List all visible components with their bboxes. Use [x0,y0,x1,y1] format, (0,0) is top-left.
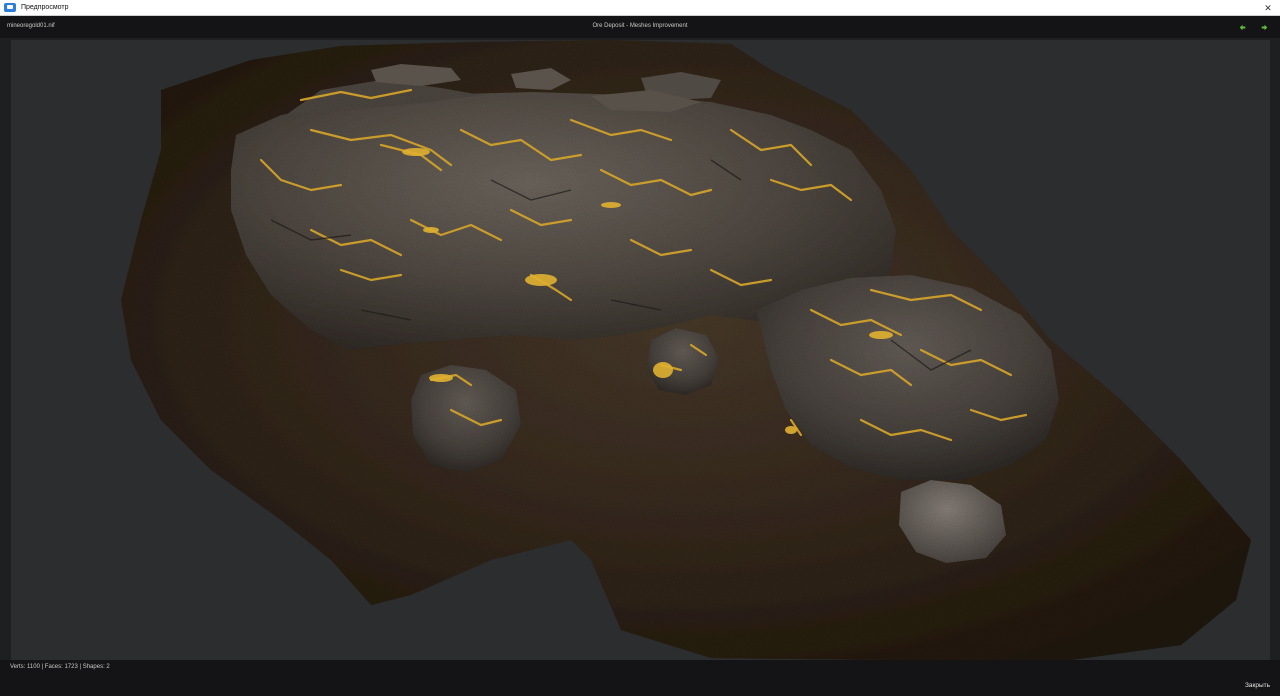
window-title: Предпросмотр [21,4,69,11]
mod-title: Ore Deposit - Meshes Improvement [592,23,688,29]
next-button[interactable] [1260,23,1269,31]
mesh-stats: Verts: 1100 | Faces: 1723 | Shapes: 2 [10,664,110,670]
3d-viewport[interactable] [11,40,1270,660]
window-titlebar: Предпросмотр ✕ [0,0,1280,16]
status-bar: Verts: 1100 | Faces: 1723 | Shapes: 2 За… [0,660,1280,696]
ore-deposit-render [121,40,1251,660]
preview-header: mineoregold01.nif Ore Deposit - Meshes I… [0,16,1280,38]
preview-app-icon [4,3,16,12]
file-name: mineoregold01.nif [7,23,55,29]
previous-button[interactable] [1238,23,1247,31]
arrow-right-icon [1261,24,1268,30]
close-button[interactable]: Закрыть [1245,682,1270,689]
window-close-button[interactable]: ✕ [1262,2,1274,14]
arrow-left-icon [1239,24,1246,30]
